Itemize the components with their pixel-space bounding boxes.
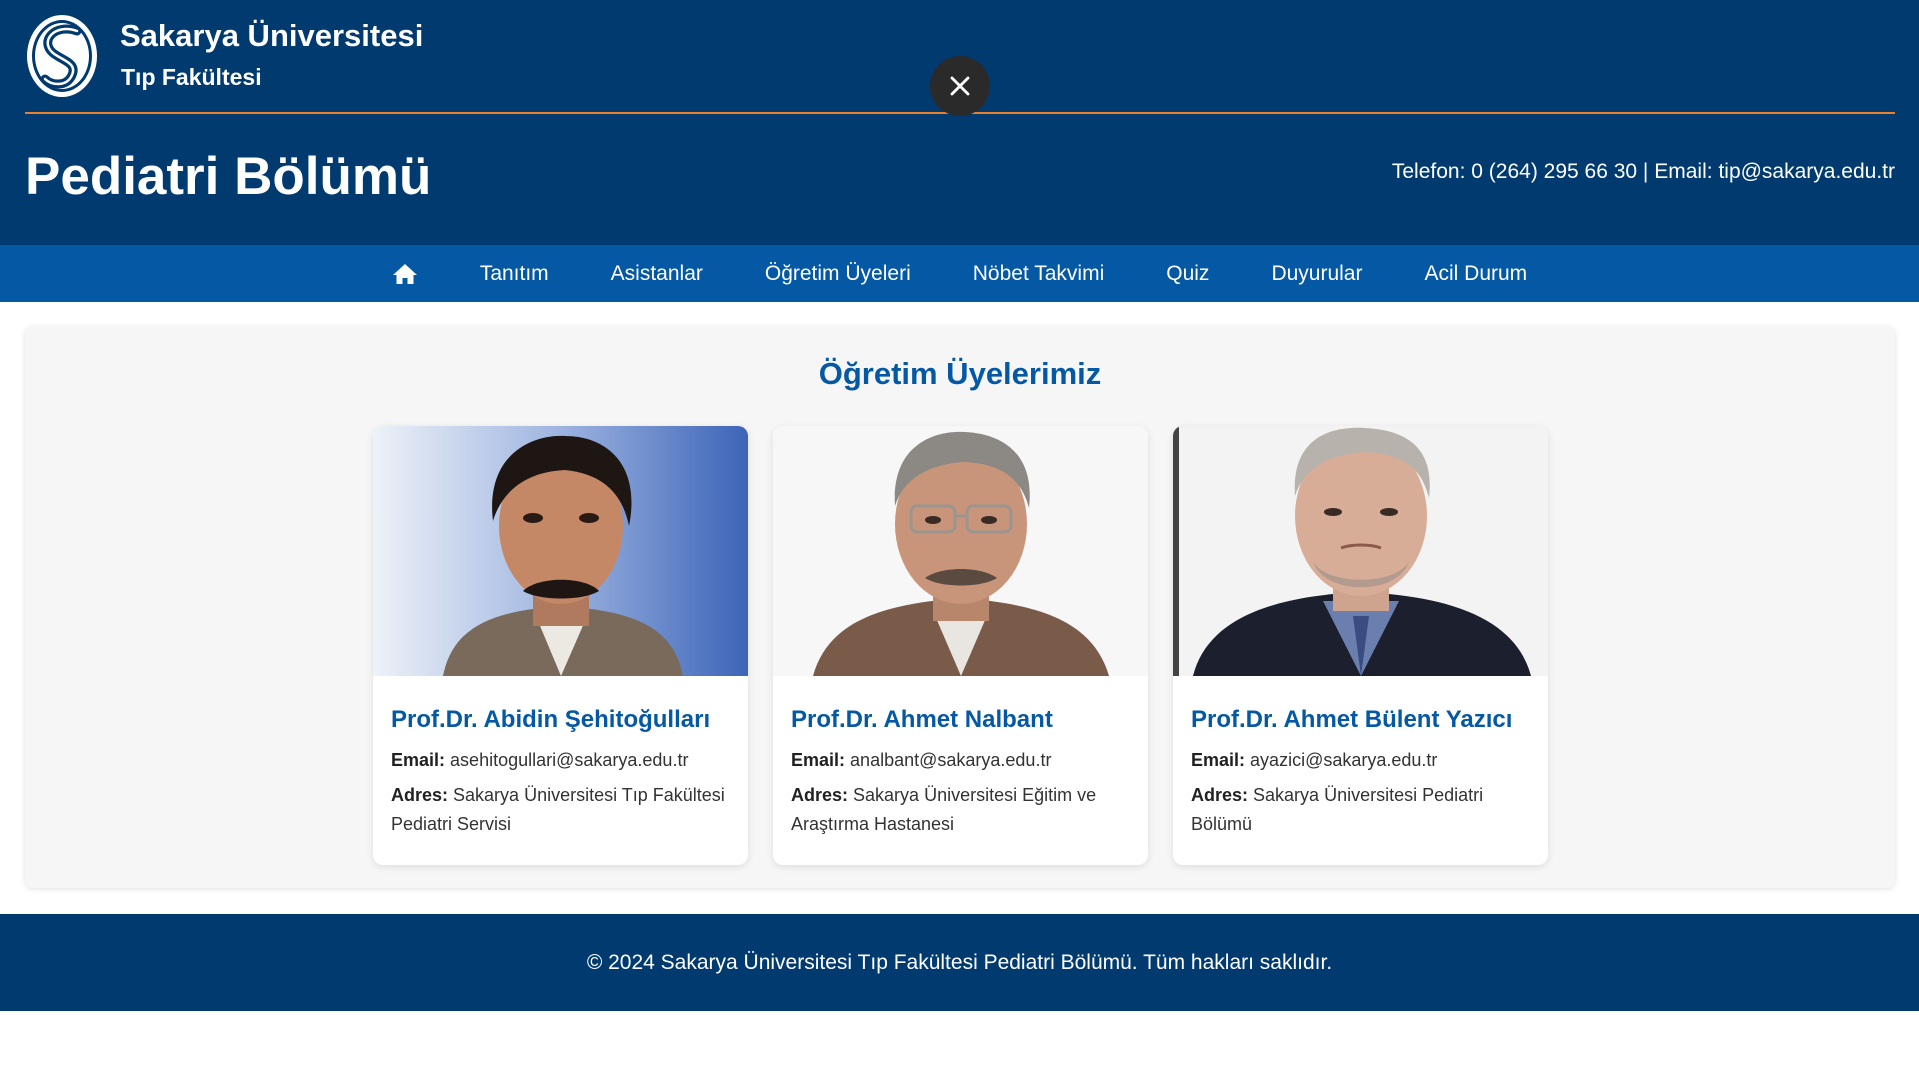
member-photo <box>773 426 1148 676</box>
address-label: Adres: <box>791 785 849 805</box>
nav-item-acil-durum[interactable]: Acil Durum <box>1393 245 1558 302</box>
member-address-row: Adres: Sakarya Üniversitesi Eğitim ve Ar… <box>791 781 1136 839</box>
nav-item-duyurular[interactable]: Duyurular <box>1240 245 1393 302</box>
faculty-members-section: Öğretim Üyelerimiz Prof.Dr. Abidin Şehit… <box>25 326 1895 888</box>
phone-number: 0 (264) 295 66 30 <box>1471 160 1638 183</box>
member-card: Prof.Dr. Abidin Şehitoğulları Email: ase… <box>373 426 748 865</box>
site-footer: © 2024 Sakarya Üniversitesi Tıp Fakültes… <box>0 914 1919 1011</box>
member-photo <box>1173 426 1548 676</box>
member-email[interactable]: analbant@sakarya.edu.tr <box>850 750 1051 770</box>
member-email-row: Email: analbant@sakarya.edu.tr <box>791 746 1136 775</box>
member-name: Prof.Dr. Ahmet Bülent Yazıcı <box>1191 706 1513 733</box>
home-icon <box>392 263 417 284</box>
close-icon <box>950 76 970 96</box>
member-card: Prof.Dr. Ahmet Bülent Yazıcı Email: ayaz… <box>1173 426 1548 865</box>
member-name: Prof.Dr. Abidin Şehitoğulları <box>391 706 711 733</box>
section-title: Öğretim Üyelerimiz <box>818 356 1102 391</box>
member-email[interactable]: ayazici@sakarya.edu.tr <box>1250 750 1437 770</box>
member-address-row: Adres: Sakarya Üniversitesi Pediatri Böl… <box>1191 781 1536 839</box>
address-label: Adres: <box>391 785 449 805</box>
member-photo <box>373 426 748 676</box>
footer-copyright: © 2024 Sakarya Üniversitesi Tıp Fakültes… <box>586 950 1333 974</box>
address-label: Adres: <box>1191 785 1249 805</box>
contact-email[interactable]: tip@sakarya.edu.tr <box>1718 160 1895 183</box>
phone-label: Telefon: <box>1391 160 1466 183</box>
member-email-row: Email: ayazici@sakarya.edu.tr <box>1191 746 1536 775</box>
page-title: Pediatri Bölümü <box>25 147 432 206</box>
university-name: Sakarya Üniversitesi <box>120 18 424 53</box>
member-address-row: Adres: Sakarya Üniversitesi Tıp Fakültes… <box>391 781 736 839</box>
member-email[interactable]: asehitogullari@sakarya.edu.tr <box>450 750 688 770</box>
member-card: Prof.Dr. Ahmet Nalbant Email: analbant@s… <box>773 426 1148 865</box>
site-header: Sakarya Üniversitesi Tıp Fakültesi Pedia… <box>0 0 1919 245</box>
nav-item-asistanlar[interactable]: Asistanlar <box>580 245 734 302</box>
email-label: Email: <box>791 750 846 770</box>
close-button[interactable] <box>930 56 990 116</box>
member-name: Prof.Dr. Ahmet Nalbant <box>791 706 1053 733</box>
email-label: Email: <box>1191 750 1246 770</box>
member-email-row: Email: asehitogullari@sakarya.edu.tr <box>391 746 736 775</box>
email-label: Email: <box>391 750 446 770</box>
faculty-name: Tıp Fakültesi <box>121 64 262 90</box>
nav-item-ogretim-uyeleri[interactable]: Öğretim Üyeleri <box>734 245 942 302</box>
nav-item-quiz[interactable]: Quiz <box>1135 245 1240 302</box>
main-nav: Tanıtım Asistanlar Öğretim Üyeleri Nöbet… <box>0 245 1919 302</box>
sakarya-logo-icon[interactable] <box>25 13 99 99</box>
contact-info: Telefon: 0 (264) 295 66 30 | Email: tip@… <box>1392 160 1895 184</box>
email-label: Email: <box>1654 160 1713 183</box>
nav-home[interactable] <box>361 245 449 302</box>
nav-item-nobet-takvimi[interactable]: Nöbet Takvimi <box>942 245 1136 302</box>
nav-item-tanitim[interactable]: Tanıtım <box>449 245 580 302</box>
